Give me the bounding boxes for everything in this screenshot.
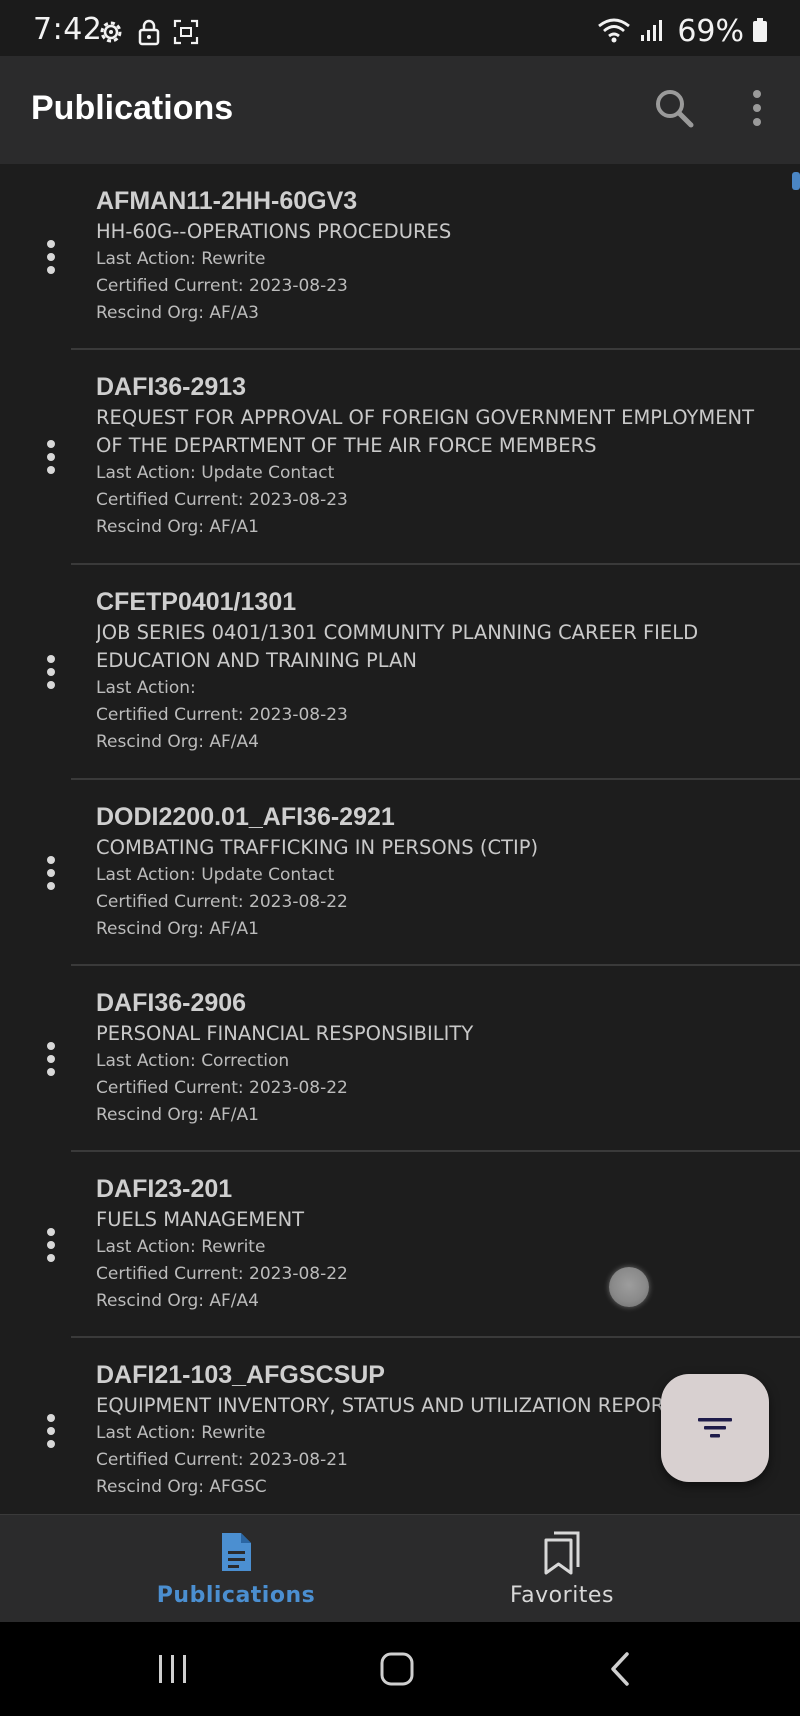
settings-gear-icon [97, 18, 125, 50]
publication-details: DAFI36-2906 PERSONAL FINANCIAL RESPONSIB… [96, 988, 770, 1129]
certified-current: Certified Current: 2023-08-22 [96, 1078, 348, 1098]
more-vert-icon [47, 440, 55, 474]
recent-apps-button[interactable] [148, 1644, 198, 1694]
item-menu-button[interactable] [36, 1406, 66, 1456]
bottom-navigation: Publications Favorites [0, 1514, 800, 1622]
more-vert-icon [47, 856, 55, 890]
item-menu-button[interactable] [36, 848, 66, 898]
publication-title: HH-60G--OPERATIONS PROCEDURES [96, 220, 452, 243]
last-action: Last Action: Rewrite [96, 1237, 266, 1257]
publication-number: DAFI23-201 [96, 1175, 233, 1203]
rescind-org: Rescind Org: AF/A4 [96, 732, 259, 752]
publication-title: JOB SERIES 0401/1301 COMMUNITY PLANNING … [96, 621, 699, 672]
more-vert-icon [47, 1228, 55, 1262]
publication-details: AFMAN11-2HH-60GV3 HH-60G--OPERATIONS PRO… [96, 186, 770, 327]
publication-number: DAFI36-2906 [96, 989, 247, 1017]
page-title: Publications [31, 89, 234, 127]
back-icon [611, 1652, 629, 1686]
filter-button[interactable] [661, 1374, 769, 1482]
touch-indicator [609, 1267, 649, 1307]
publication-item[interactable]: DAFI36-2913 REQUEST FOR APPROVAL OF FORE… [0, 350, 800, 565]
item-menu-button[interactable] [36, 1220, 66, 1270]
item-menu-button[interactable] [36, 1034, 66, 1084]
certified-current: Certified Current: 2023-08-23 [96, 490, 348, 510]
rescind-org: Rescind Org: AF/A1 [96, 517, 259, 537]
last-action: Last Action: Update Contact [96, 865, 335, 885]
publication-details: DAFI23-201 FUELS MANAGEMENT Last Action:… [96, 1174, 770, 1315]
publication-number: DODI2200.01_AFI36-2921 [96, 803, 395, 831]
recent-apps-icon [159, 1655, 186, 1683]
home-icon [380, 1652, 414, 1686]
status-time: 7:42 [33, 12, 103, 47]
last-action: Last Action: Rewrite [96, 249, 266, 269]
publication-number: AFMAN11-2HH-60GV3 [96, 187, 358, 215]
publication-item[interactable]: AFMAN11-2HH-60GV3 HH-60G--OPERATIONS PRO… [0, 164, 800, 350]
more-vert-icon [47, 240, 55, 274]
publication-details: DODI2200.01_AFI36-2921 COMBATING TRAFFIC… [96, 802, 770, 943]
certified-current: Certified Current: 2023-08-23 [96, 705, 348, 725]
status-icons-right: 69% [597, 14, 768, 49]
publication-item[interactable]: CFETP0401/1301 JOB SERIES 0401/1301 COMM… [0, 565, 800, 780]
certified-current: Certified Current: 2023-08-23 [96, 276, 348, 296]
item-menu-button[interactable] [36, 232, 66, 282]
publication-title: PERSONAL FINANCIAL RESPONSIBILITY [96, 1022, 474, 1045]
signal-icon [639, 17, 665, 47]
wifi-icon [597, 16, 631, 48]
filter-icon [698, 1418, 732, 1438]
search-icon [656, 90, 694, 128]
publication-item[interactable]: DAFI36-2906 PERSONAL FINANCIAL RESPONSIB… [0, 966, 800, 1152]
nav-favorites[interactable]: Favorites [362, 1515, 762, 1623]
publication-title: REQUEST FOR APPROVAL OF FOREIGN GOVERNME… [96, 406, 755, 457]
status-icons-left [97, 18, 199, 50]
publication-title: COMBATING TRAFFICKING IN PERSONS (CTIP) [96, 836, 539, 859]
publication-details: DAFI36-2913 REQUEST FOR APPROVAL OF FORE… [96, 372, 780, 541]
lock-icon [137, 18, 161, 50]
publication-item[interactable]: DAFI23-201 FUELS MANAGEMENT Last Action:… [0, 1152, 800, 1338]
scrollbar-thumb[interactable] [792, 172, 800, 190]
screenshot-icon [173, 19, 199, 49]
battery-icon [752, 17, 768, 47]
item-menu-button[interactable] [36, 647, 66, 697]
system-navigation-bar [0, 1622, 800, 1716]
bookmarks-icon [542, 1531, 582, 1579]
last-action: Last Action: Update Contact [96, 463, 335, 483]
more-vert-icon [753, 90, 761, 126]
publication-number: CFETP0401/1301 [96, 588, 297, 616]
publication-item[interactable]: DODI2200.01_AFI36-2921 COMBATING TRAFFIC… [0, 780, 800, 966]
more-vert-icon [47, 1414, 55, 1448]
back-button[interactable] [596, 1644, 646, 1694]
certified-current: Certified Current: 2023-08-22 [96, 892, 348, 912]
more-vert-icon [47, 1042, 55, 1076]
home-button[interactable] [372, 1644, 422, 1694]
publication-title: FUELS MANAGEMENT [96, 1208, 305, 1231]
certified-current: Certified Current: 2023-08-22 [96, 1264, 348, 1284]
last-action: Last Action: Correction [96, 1051, 290, 1071]
app-bar: Publications [0, 56, 800, 164]
rescind-org: Rescind Org: AF/A4 [96, 1291, 259, 1311]
publication-number: DAFI36-2913 [96, 373, 247, 401]
more-vert-icon [47, 655, 55, 689]
status-bar: 7:42 69% [0, 0, 800, 56]
nav-label: Favorites [510, 1583, 614, 1608]
rescind-org: Rescind Org: AF/A1 [96, 919, 259, 939]
overflow-menu-button[interactable] [740, 84, 774, 132]
rescind-org: Rescind Org: AF/A1 [96, 1105, 259, 1125]
battery-percent: 69% [677, 14, 744, 49]
publication-details: CFETP0401/1301 JOB SERIES 0401/1301 COMM… [96, 587, 720, 756]
last-action: Last Action: [96, 678, 196, 698]
rescind-org: Rescind Org: AF/A3 [96, 303, 259, 323]
document-icon [218, 1531, 254, 1577]
item-menu-button[interactable] [36, 432, 66, 482]
search-button[interactable] [652, 86, 696, 130]
publications-list[interactable]: AFMAN11-2HH-60GV3 HH-60G--OPERATIONS PRO… [0, 164, 800, 1514]
